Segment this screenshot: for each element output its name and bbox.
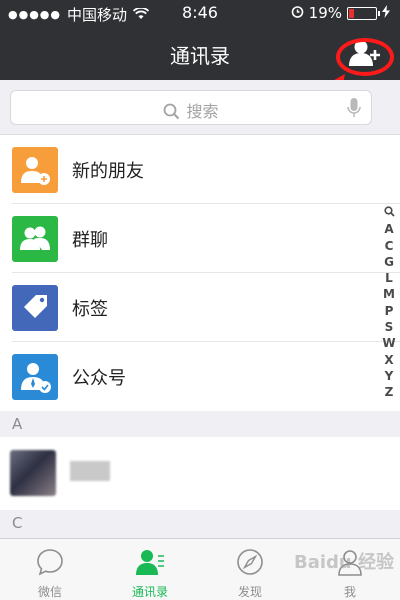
battery-percent: 19% <box>308 4 342 22</box>
section-header-c: C <box>0 510 400 538</box>
section-header-a: A <box>0 411 400 437</box>
tags-label: 标签 <box>72 299 108 320</box>
search-area: 搜索 <box>0 80 400 135</box>
index-letter[interactable]: A <box>382 221 396 237</box>
status-right: 19% <box>291 4 390 22</box>
index-letter[interactable]: Y <box>382 368 396 384</box>
tag-icon <box>12 285 58 331</box>
tab-chats[interactable]: 微信 <box>0 539 100 600</box>
tab-discover[interactable]: 发现 <box>200 539 300 600</box>
battery-fill <box>349 8 355 18</box>
index-search-icon[interactable] <box>382 205 396 221</box>
alarm-icon <box>291 4 304 22</box>
official-accounts-label: 公众号 <box>72 368 126 389</box>
tab-label: 微信 <box>37 585 62 599</box>
tab-contacts[interactable]: 通讯录 <box>100 539 200 600</box>
tab-me[interactable]: 我 <box>300 539 400 600</box>
tab-label: 通讯录 <box>131 585 168 599</box>
index-letter[interactable]: C <box>382 238 396 254</box>
official-account-icon <box>12 354 58 400</box>
index-letter[interactable]: M <box>382 286 396 302</box>
tab-label: 发现 <box>237 585 262 599</box>
tab-label: 我 <box>343 585 356 599</box>
search-placeholder: 搜索 <box>11 98 371 124</box>
search-icon <box>163 103 180 124</box>
index-letter[interactable]: X <box>382 352 396 368</box>
group-chats-item[interactable]: 群聊 <box>0 204 400 273</box>
chat-icon <box>37 549 63 576</box>
new-friend-icon <box>12 147 58 193</box>
avatar <box>10 450 56 496</box>
mic-icon[interactable] <box>347 98 361 122</box>
official-accounts-item[interactable]: 公众号 <box>0 342 400 411</box>
charging-icon <box>382 4 390 22</box>
index-letter[interactable]: P <box>382 303 396 319</box>
nav-bar: 通讯录 <box>0 26 400 80</box>
me-icon <box>338 550 362 576</box>
new-friends-label: 新的朋友 <box>72 161 144 182</box>
status-bar: ●●●●● 中国移动 8:46 19% <box>0 0 400 26</box>
search-placeholder-text: 搜索 <box>186 102 219 121</box>
tab-bar: 微信 通讯录 发现 我 <box>0 538 400 600</box>
index-letter[interactable]: Z <box>382 384 396 400</box>
contact-name-redacted <box>70 461 110 481</box>
index-letter[interactable]: G <box>382 254 396 270</box>
index-letter[interactable]: L <box>382 270 396 286</box>
group-chats-label: 群聊 <box>72 230 108 251</box>
annotation-circle <box>336 38 394 76</box>
contacts-icon <box>136 550 164 575</box>
search-input[interactable]: 搜索 <box>10 90 372 125</box>
discover-icon <box>237 549 263 575</box>
group-chat-icon <box>12 216 58 262</box>
battery-icon <box>347 6 380 20</box>
index-letter[interactable]: S <box>382 319 396 335</box>
tags-item[interactable]: 标签 <box>0 273 400 342</box>
index-letter[interactable]: W <box>382 335 396 351</box>
new-friends-item[interactable]: 新的朋友 <box>0 135 400 204</box>
alphabet-index[interactable]: A C G L M P S W X Y Z <box>382 205 396 401</box>
function-list: 新的朋友 群聊 标签 公众号 <box>0 135 400 411</box>
contact-item[interactable] <box>0 437 400 510</box>
